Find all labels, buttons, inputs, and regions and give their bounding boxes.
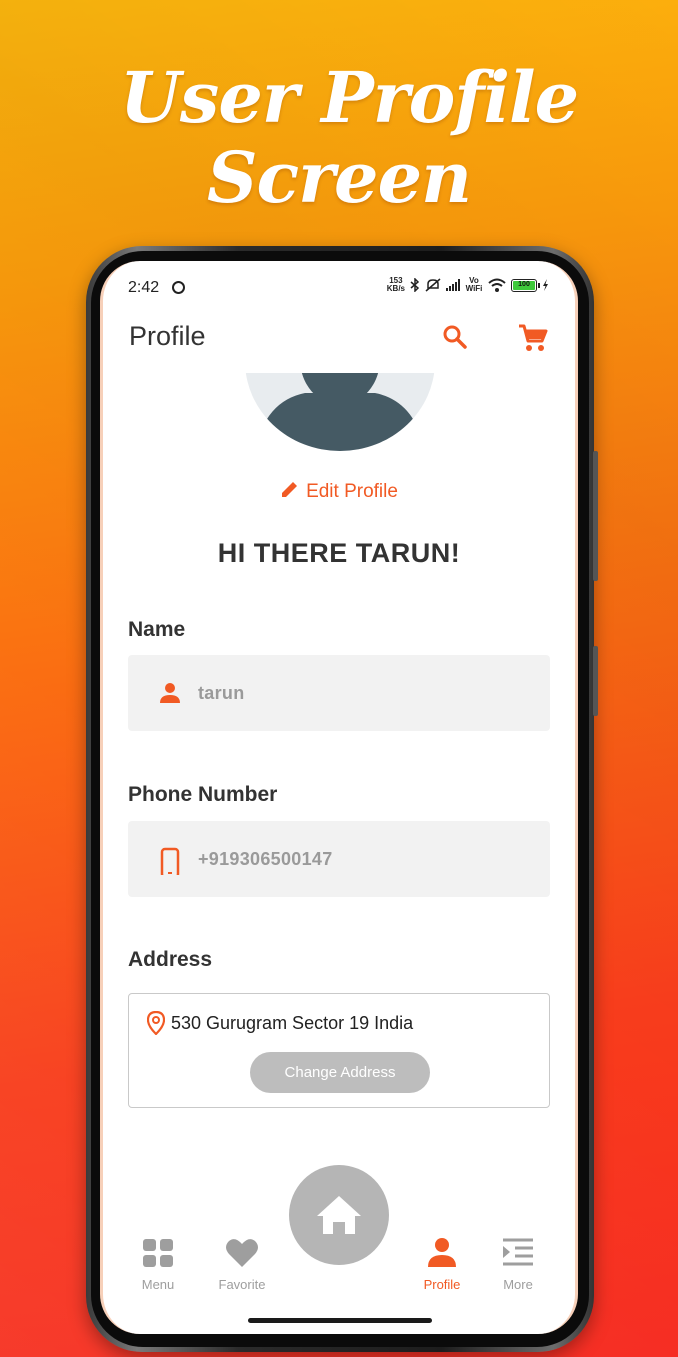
nav-item-menu[interactable]: Menu (123, 1237, 193, 1292)
alarm-icon (172, 281, 185, 294)
person-icon (428, 1238, 456, 1267)
charging-icon (543, 279, 548, 291)
edit-profile-label: Edit Profile (306, 481, 398, 502)
vowifi-label: Vo WiFi (465, 276, 483, 293)
page-title: Profile (129, 321, 206, 351)
home-indicator (248, 1318, 432, 1323)
address-row: 530 Gurugram Sector 19 India (147, 1011, 413, 1035)
phone-icon (160, 847, 180, 875)
phone-value: +919306500147 (198, 849, 333, 869)
pencil-icon (282, 482, 298, 497)
name-label: Name (128, 618, 186, 641)
nav-item-profile[interactable]: Profile (407, 1237, 477, 1292)
search-icon (443, 325, 467, 349)
signal-icon (446, 279, 460, 291)
mute-icon (425, 278, 441, 292)
phone-side-button (593, 646, 598, 716)
nav-item-favorite[interactable]: Favorite (207, 1237, 277, 1292)
bluetooth-icon (410, 278, 420, 292)
promo-title-line1: User Profile (119, 56, 579, 139)
status-bar: 2:42 153 KB/s Vo WiFi 100 (103, 277, 575, 301)
change-address-button[interactable]: Change Address (250, 1052, 430, 1093)
nav-label-more: More (503, 1277, 533, 1292)
nav-label-favorite: Favorite (218, 1277, 266, 1292)
network-speed-unit: KB/s (386, 284, 405, 293)
phone-screen: 2:42 153 KB/s Vo WiFi 100 Profile Edit P… (100, 261, 578, 1334)
nav-label-profile: Profile (423, 1277, 461, 1292)
status-time: 2:42 (128, 279, 160, 296)
heart-icon (226, 1239, 258, 1267)
location-pin-icon (147, 1011, 165, 1035)
indent-list-icon (503, 1238, 533, 1266)
battery-level: 100 (513, 280, 535, 290)
grid-icon (143, 1239, 173, 1267)
search-button[interactable] (441, 323, 469, 351)
app-header: Profile (103, 317, 575, 361)
address-card: 530 Gurugram Sector 19 India Change Addr… (128, 993, 550, 1108)
phone-label: Phone Number (128, 783, 278, 806)
phone-field[interactable]: +919306500147 (128, 821, 550, 897)
wifi-icon (488, 278, 506, 292)
promo-title-line2: Screen (206, 136, 472, 219)
person-icon (160, 683, 180, 703)
cart-button[interactable] (517, 323, 549, 353)
home-button[interactable] (289, 1165, 389, 1265)
promo-title: User Profile Screen (0, 58, 678, 218)
name-field[interactable]: tarun (128, 655, 550, 731)
status-icons: 153 KB/s Vo WiFi 100 (387, 277, 549, 293)
edit-profile-link[interactable]: Edit Profile (103, 479, 575, 503)
address-label: Address (128, 948, 213, 971)
phone-side-button (593, 451, 598, 581)
address-value: 530 Gurugram Sector 19 India (171, 1012, 414, 1033)
battery-icon: 100 (511, 278, 540, 292)
network-speed: 153 KB/s (387, 277, 405, 293)
greeting-heading: HI THERE TARUN! (217, 538, 461, 568)
home-icon (317, 1196, 361, 1234)
name-value: tarun (198, 683, 245, 703)
bottom-nav: Menu Favorite Profile More (103, 1165, 575, 1321)
cart-icon (519, 324, 548, 351)
nav-item-more[interactable]: More (483, 1237, 553, 1292)
nav-label-menu: Menu (141, 1277, 175, 1292)
